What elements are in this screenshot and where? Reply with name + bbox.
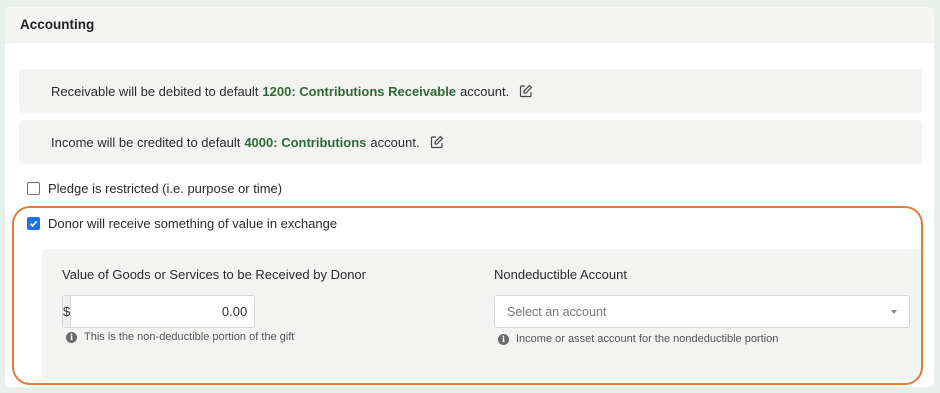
- checkmark-icon: [29, 220, 38, 228]
- nondeductible-account-label: Nondeductible Account: [494, 267, 627, 282]
- income-info-box: Income will be credited to default 4000:…: [19, 120, 922, 164]
- exchange-label: Donor will receive something of value in…: [48, 216, 338, 231]
- nondeductible-account-select[interactable]: Select an account: [494, 295, 910, 328]
- restricted-checkbox[interactable]: [27, 182, 40, 195]
- chevron-down-icon: [891, 310, 897, 314]
- accounting-card: Accounting Receivable will be debited to…: [5, 7, 934, 387]
- income-suffix-text: account.: [370, 134, 420, 150]
- receivable-prefix-text: Receivable will be debited to default: [51, 83, 259, 99]
- exchange-details-panel: Value of Goods or Services to be Receive…: [42, 249, 922, 379]
- restricted-option[interactable]: Pledge is restricted (i.e. purpose or ti…: [27, 181, 282, 196]
- income-prefix-text: Income will be credited to default: [51, 134, 241, 150]
- edit-income-icon[interactable]: [430, 135, 444, 149]
- receivable-suffix-text: account.: [460, 83, 510, 99]
- info-icon: i: [66, 331, 77, 343]
- edit-receivable-icon[interactable]: [519, 84, 533, 98]
- receivable-info-box: Receivable will be debited to default 12…: [19, 69, 922, 113]
- goods-value-field: $: [62, 295, 260, 328]
- info-icon: i: [498, 333, 509, 345]
- nondeductible-help-text: Income or asset account for the nondeduc…: [516, 333, 779, 345]
- goods-value-input[interactable]: [71, 296, 260, 327]
- income-account-name: 4000: Contributions: [244, 134, 367, 150]
- exchange-checkbox[interactable]: [27, 217, 40, 230]
- goods-value-help-text: This is the non-deductible portion of th…: [84, 331, 295, 343]
- restricted-label: Pledge is restricted (i.e. purpose or ti…: [48, 181, 283, 196]
- select-placeholder: Select an account: [507, 304, 607, 319]
- section-title: Accounting: [5, 7, 934, 43]
- goods-value-help: i This is the non-deductible portion of …: [66, 331, 294, 343]
- receivable-account-name: 1200: Contributions Receivable: [262, 83, 457, 99]
- currency-prefix: $: [63, 296, 72, 327]
- exchange-option[interactable]: Donor will receive something of value in…: [27, 216, 337, 231]
- goods-value-label: Value of Goods or Services to be Receive…: [62, 267, 366, 282]
- nondeductible-account-help: i Income or asset account for the nonded…: [498, 333, 778, 345]
